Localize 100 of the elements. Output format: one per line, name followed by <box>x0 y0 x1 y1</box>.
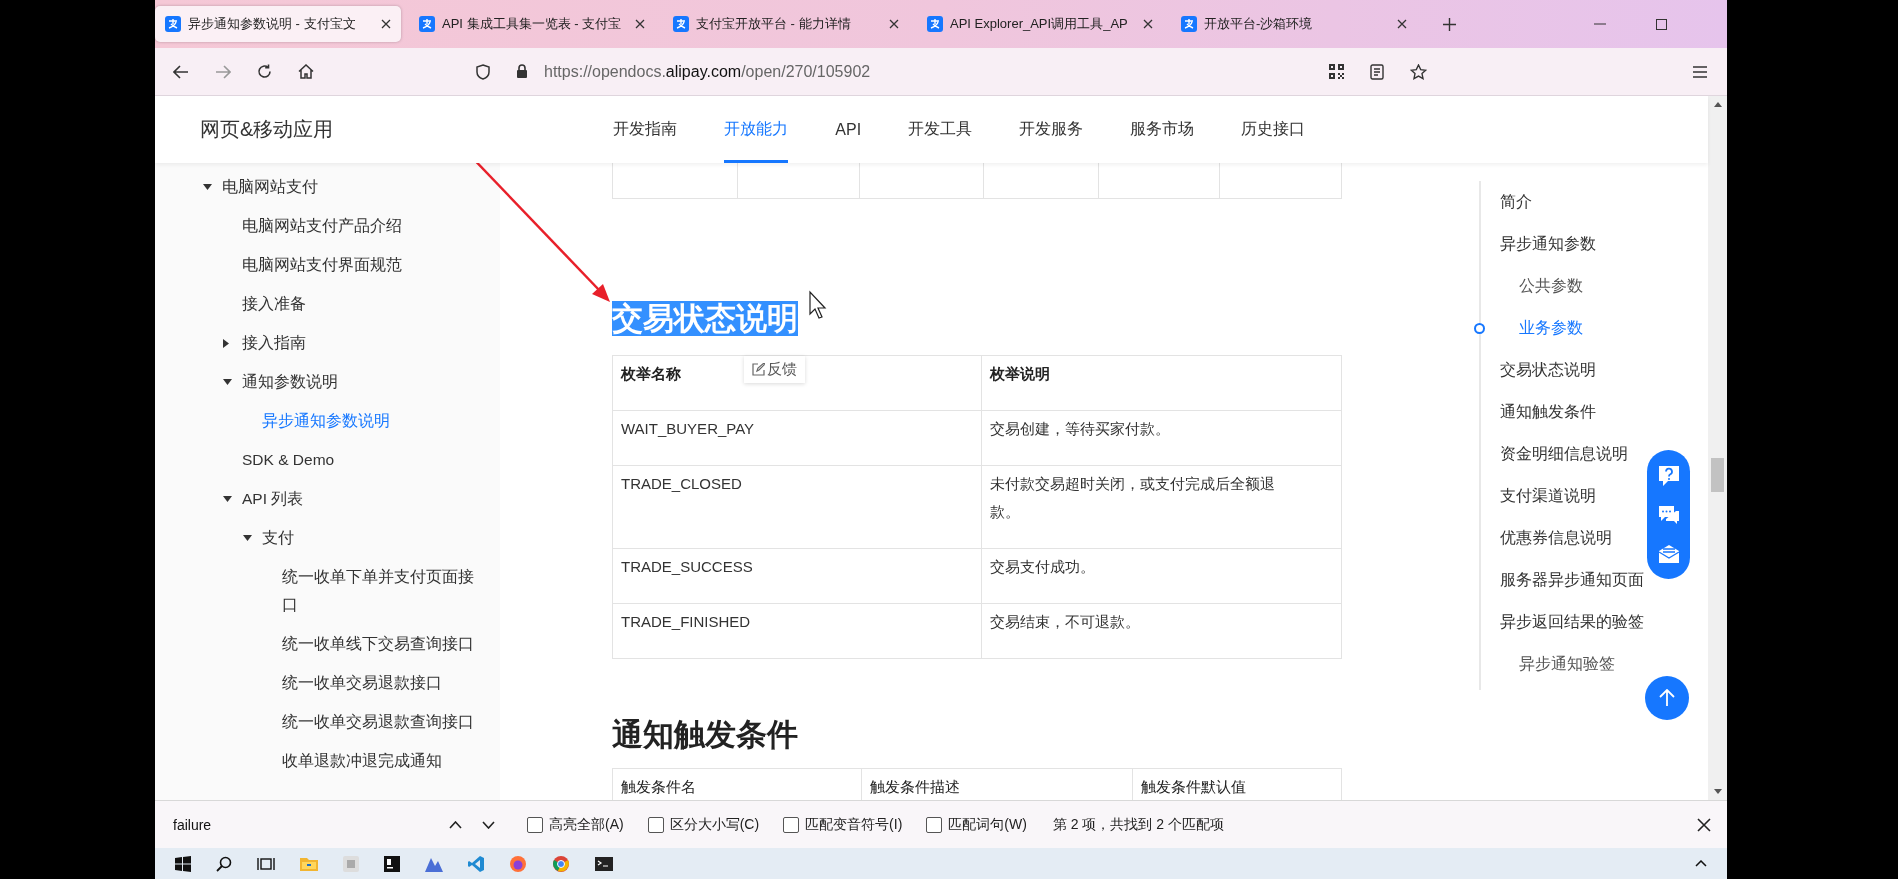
browser-tab[interactable]: 异步通知参数说明 - 支付宝文 <box>155 6 401 42</box>
nav-tab[interactable]: 开发指南 <box>613 96 678 163</box>
close-icon[interactable] <box>1143 19 1153 29</box>
table-cell: TRADE_FINISHED <box>612 603 982 659</box>
code-editor-icon[interactable] <box>468 855 484 872</box>
nav-tab[interactable]: 开发工具 <box>908 96 973 163</box>
toc-item[interactable]: 异步通知验签 <box>1519 655 1615 672</box>
favicon-icon <box>419 16 435 32</box>
home-icon[interactable] <box>298 64 314 79</box>
feedback-button[interactable]: 反馈 <box>744 356 805 383</box>
sidebar-item[interactable]: 电脑网站支付产品介绍 <box>242 212 402 240</box>
sidebar-item[interactable]: 接入指南 <box>242 329 306 357</box>
toc-item[interactable]: 简介 <box>1500 193 1532 210</box>
toc-item[interactable]: 支付渠道说明 <box>1500 487 1596 504</box>
sidebar-item[interactable]: 异步通知参数说明 <box>262 407 390 435</box>
close-icon[interactable] <box>381 19 391 29</box>
reload-icon[interactable] <box>257 64 272 79</box>
start-icon[interactable] <box>175 855 191 872</box>
nav-tab[interactable]: 服务市场 <box>1130 96 1195 163</box>
search-icon[interactable] <box>216 855 232 872</box>
sidebar-item[interactable]: 统一收单交易退款查询接口 <box>282 708 474 736</box>
folder-icon[interactable] <box>300 856 318 871</box>
nav-tab[interactable]: API <box>835 96 862 163</box>
close-icon[interactable] <box>1397 19 1407 29</box>
chrome-icon[interactable] <box>552 854 570 873</box>
nav-tab[interactable]: 历史接口 <box>1241 96 1306 163</box>
close-icon[interactable] <box>1697 817 1711 832</box>
scrollbar[interactable] <box>1708 96 1727 800</box>
favicon-icon <box>165 16 181 32</box>
toc-item[interactable]: 异步返回结果的验签 <box>1500 613 1644 630</box>
qr-code-icon[interactable] <box>1329 64 1344 79</box>
chevron-down-icon[interactable] <box>482 820 495 829</box>
sidebar-item[interactable]: 接入准备 <box>242 290 306 318</box>
checkbox-label[interactable]: 匹配词句(W) <box>948 815 1027 834</box>
terminal-icon[interactable] <box>595 856 613 871</box>
sidebar-item[interactable]: API 列表 <box>242 485 304 513</box>
caret-down-icon[interactable] <box>243 535 252 541</box>
back-to-top-button[interactable] <box>1645 676 1689 720</box>
sidebar-item[interactable]: 收单退款冲退完成通知 <box>282 747 442 775</box>
back-icon[interactable] <box>173 64 189 79</box>
shield-icon[interactable] <box>476 63 490 80</box>
sidebar-item[interactable]: 电脑网站支付界面规范 <box>242 251 402 279</box>
reader-icon[interactable] <box>1370 63 1384 80</box>
scroll-up-icon[interactable] <box>1713 102 1722 107</box>
sidebar-item[interactable]: 支付 <box>262 524 294 552</box>
star-icon[interactable] <box>1410 63 1427 80</box>
new-tab-icon[interactable] <box>1443 17 1456 31</box>
sidebar-item[interactable]: 统一收单交易退款接口 <box>282 669 442 697</box>
checkbox[interactable] <box>647 816 664 833</box>
caret-down-icon[interactable] <box>223 496 232 502</box>
tab-title: 异步通知参数说明 - 支付宝文 <box>188 15 357 33</box>
help-icon[interactable] <box>1657 465 1680 488</box>
lock-icon[interactable] <box>516 64 528 79</box>
checkbox[interactable] <box>926 816 943 833</box>
browser-tab[interactable]: API Explorer_API调用工具_AP <box>917 6 1163 42</box>
mail-icon[interactable] <box>1657 543 1680 564</box>
scrollbar-thumb[interactable] <box>1711 458 1724 492</box>
table-cell: WAIT_BUYER_PAY <box>612 410 982 466</box>
sidebar-item[interactable]: 通知参数说明 <box>242 368 338 396</box>
column-header: 枚举说明 <box>981 355 1342 411</box>
browser-tab[interactable]: 支付宝开放平台 - 能力详情 <box>663 6 909 42</box>
toc-item[interactable]: 异步通知参数 <box>1500 235 1596 252</box>
caret-down-icon[interactable] <box>223 379 232 385</box>
task-view-icon[interactable] <box>257 855 275 872</box>
toc-item[interactable]: 资金明细信息说明 <box>1500 445 1628 462</box>
checkbox-label[interactable]: 区分大小写(C) <box>669 815 760 834</box>
checkbox-label[interactable]: 高亮全部(A) <box>549 815 624 834</box>
toc-item[interactable]: 交易状态说明 <box>1500 361 1596 378</box>
sidebar-item[interactable]: SDK & Demo <box>242 446 335 474</box>
toc-item[interactable]: 优惠券信息说明 <box>1500 529 1612 546</box>
toc-item[interactable]: 通知触发条件 <box>1500 403 1596 420</box>
checkbox-label[interactable]: 匹配变音符号(I) <box>805 815 903 834</box>
fox-browser-icon[interactable] <box>509 854 527 873</box>
scroll-down-icon[interactable] <box>1713 789 1722 794</box>
nav-tab[interactable]: 开发服务 <box>1019 96 1084 163</box>
find-field[interactable]: failure <box>167 812 429 837</box>
chevron-up-icon[interactable] <box>1695 860 1707 867</box>
sidebar-item[interactable]: 统一收单线下交易查询接口 <box>282 630 474 658</box>
sidebar-item[interactable]: 电脑网站支付 <box>222 173 318 201</box>
ide-icon[interactable] <box>384 855 400 872</box>
browser-tab[interactable]: API 集成工具集一览表 - 支付宝 <box>409 6 655 42</box>
close-icon[interactable] <box>635 19 645 29</box>
checkbox[interactable] <box>783 816 800 833</box>
site-title[interactable]: 网页&移动应用 <box>200 116 334 143</box>
sidebar-item[interactable]: 统一收单下单并支付页面接口 <box>282 563 483 619</box>
favicon-icon <box>673 16 689 32</box>
caret-down-icon[interactable] <box>203 184 212 190</box>
browser-tab[interactable]: 开放平台-沙箱环境 <box>1171 6 1417 42</box>
chevron-up-icon[interactable] <box>449 820 462 829</box>
caret-right-icon[interactable] <box>223 338 229 348</box>
chat-icon[interactable] <box>1657 505 1680 526</box>
nav-tab[interactable]: 开放能力 <box>724 96 789 163</box>
toc-item[interactable]: 公共参数 <box>1519 277 1583 294</box>
menu-icon[interactable] <box>1693 65 1707 78</box>
maximize-icon[interactable] <box>1656 18 1667 30</box>
toc-item[interactable]: 业务参数 <box>1519 319 1583 336</box>
toc-item[interactable]: 服务器异步通知页面 <box>1500 571 1644 588</box>
close-icon[interactable] <box>889 19 899 29</box>
checkbox[interactable] <box>527 816 543 833</box>
address-field[interactable]: https://opendocs.alipay.com/open/270/105902 <box>544 62 871 81</box>
